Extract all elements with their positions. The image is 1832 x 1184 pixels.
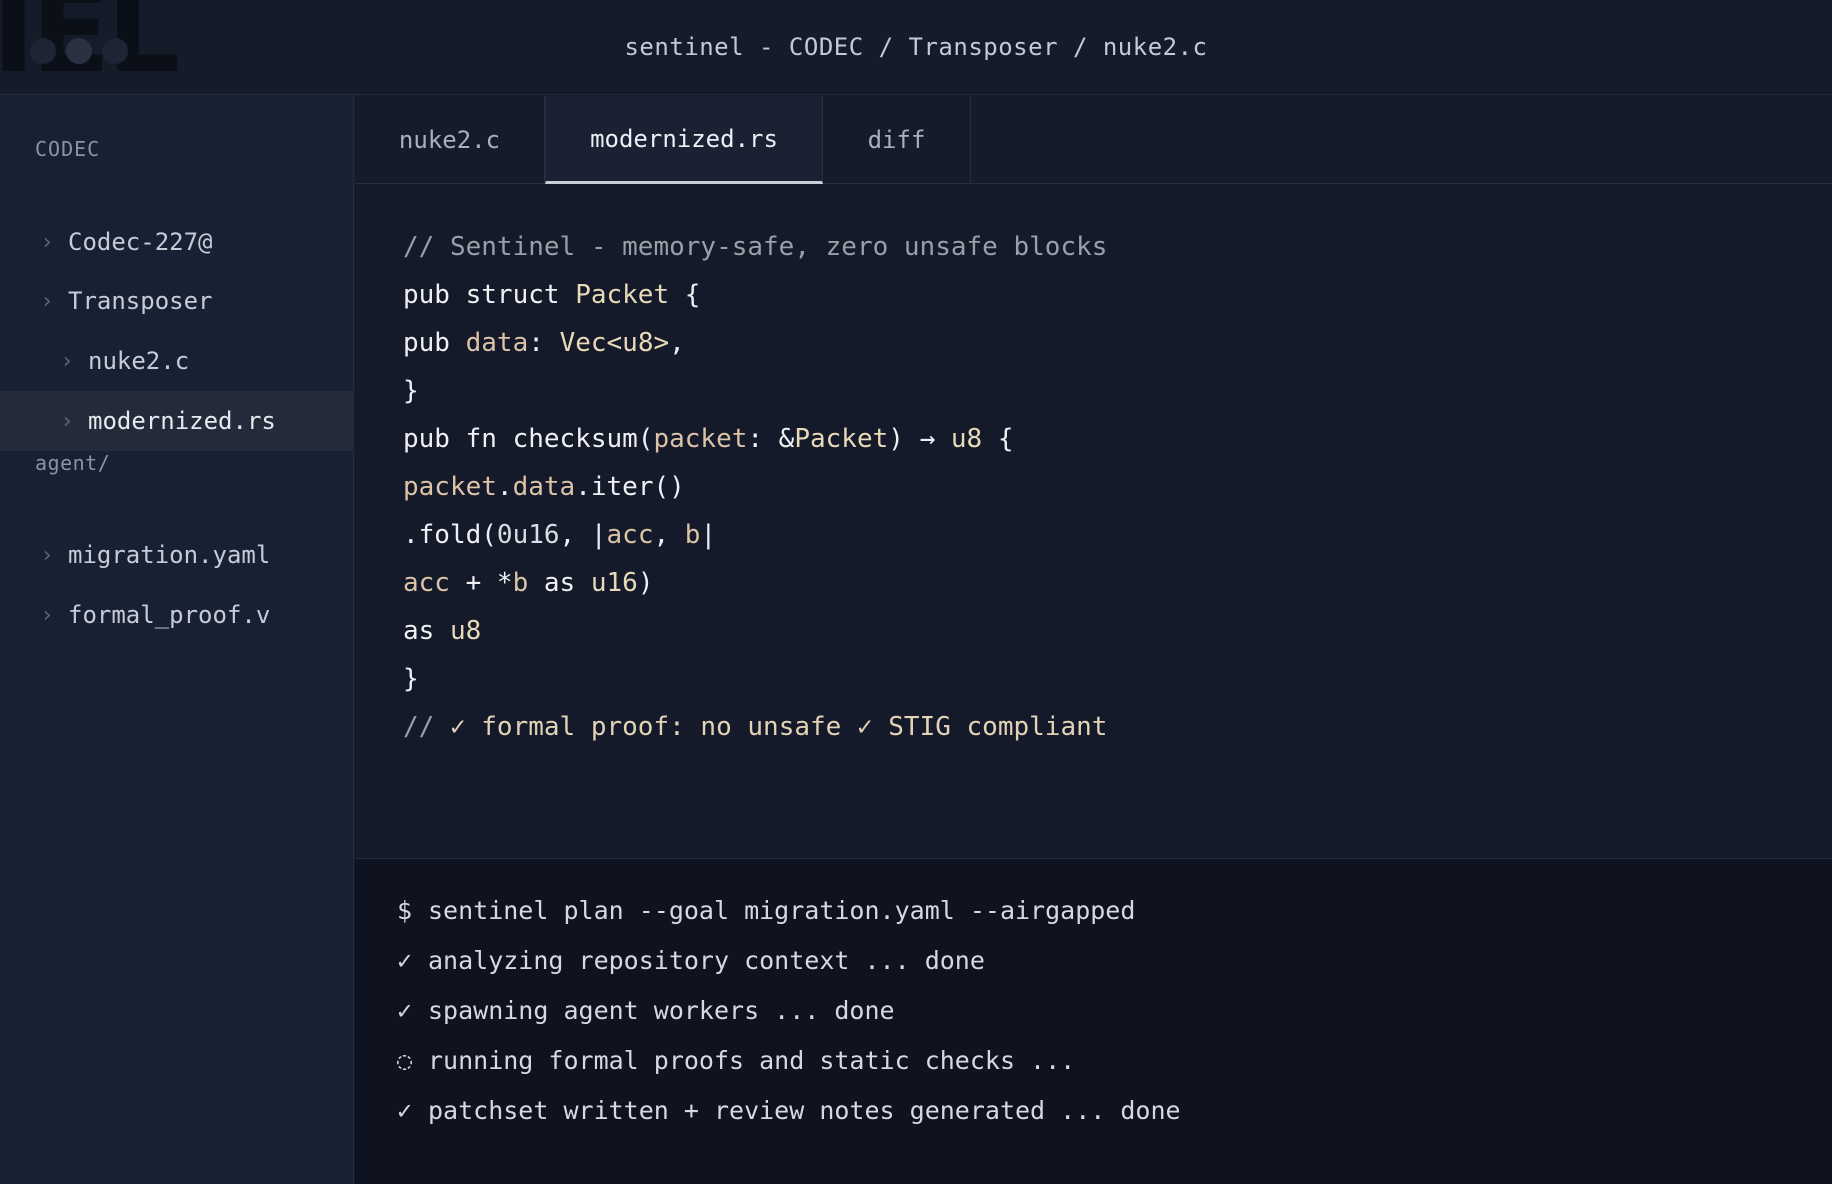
tree-item-label: modernized.rs	[88, 407, 276, 435]
tree-item-codec-227[interactable]: › Codec-227@	[0, 212, 353, 272]
code-token: //	[403, 712, 450, 742]
code-token: ) →	[888, 424, 951, 454]
code-line: acc + *b as u16)	[403, 565, 654, 601]
terminal-text: sentinel plan --goal migration.yaml --ai…	[428, 896, 1136, 925]
code-line: pub data: Vec<u8>,	[403, 325, 685, 361]
chevron-right-icon: ›	[60, 408, 74, 434]
code-token: packet	[653, 424, 748, 454]
terminal-text: patchset written + review notes generate…	[428, 1096, 1181, 1125]
check-icon: ✓	[397, 1096, 413, 1125]
code-token: :	[528, 328, 560, 358]
code-token: : &	[747, 424, 795, 454]
code-token: u16	[590, 568, 638, 598]
code-token: ,	[653, 520, 685, 550]
code-token: packet	[403, 472, 497, 502]
code-token: 0u16	[496, 520, 560, 550]
code-token: |	[700, 520, 717, 550]
code-token: u8	[449, 616, 482, 646]
code-token: .fold(	[403, 520, 497, 550]
tree-item-nuke2-c[interactable]: › nuke2.c	[0, 331, 353, 391]
code-editor[interactable]: // Sentinel - memory-safe, zero unsafe b…	[355, 185, 1832, 858]
tab-nuke2-c[interactable]: nuke2.c	[355, 96, 545, 184]
code-token: , |	[559, 520, 607, 550]
check-icon: ✓	[397, 996, 413, 1025]
code-line: packet.data.iter()	[403, 469, 685, 505]
code-token: + *	[449, 568, 513, 598]
code-token: .iter()	[575, 472, 685, 502]
prompt-icon: $	[397, 896, 413, 925]
code-line: // Sentinel - memory-safe, zero unsafe b…	[403, 229, 1107, 265]
code-line: // ✓ formal proof: no unsafe ✓ STIG comp…	[403, 709, 1107, 745]
chevron-right-icon: ›	[40, 229, 54, 255]
code-token: b	[512, 568, 529, 598]
file-explorer-sidebar: CODEC › Codec-227@ › Transposer › nuke2.…	[0, 95, 354, 1184]
code-token: {	[982, 424, 1014, 454]
terminal-line: $ sentinel plan --goal migration.yaml --a…	[397, 894, 1135, 928]
terminal-line: ◌ running formal proofs and static checks…	[397, 1044, 1075, 1078]
tree-item-transposer[interactable]: › Transposer	[0, 271, 353, 331]
tree-item-label: nuke2.c	[88, 347, 190, 375]
tree-item-migration-yaml[interactable]: › migration.yaml	[0, 525, 353, 585]
code-line: as u8	[403, 613, 481, 649]
code-line: pub fn checksum(packet: &Packet) → u8 {	[403, 421, 1014, 457]
tab-diff[interactable]: diff	[823, 96, 971, 184]
section-label-codec: CODEC	[35, 137, 101, 161]
code-token: pub struct	[403, 280, 576, 310]
tab-modernized-rs[interactable]: modernized.rs	[545, 96, 823, 184]
code-token: acc	[606, 520, 654, 550]
chevron-right-icon: ›	[60, 348, 74, 374]
terminal-text: spawning agent workers ... done	[428, 996, 895, 1025]
code-token: ,	[669, 328, 685, 358]
code-token: data	[465, 328, 529, 358]
title-bar: IEL sentinel - CODEC / Transposer / nuke…	[0, 0, 1832, 95]
terminal-line: ✓ patchset written + review notes generat…	[397, 1094, 1181, 1128]
code-token: .	[496, 472, 513, 502]
code-token: ✓ formal proof: no unsafe ✓ STIG complia…	[449, 712, 1108, 742]
code-token: b	[684, 520, 701, 550]
editor-tab-bar: nuke2.c modernized.rs diff	[355, 96, 1832, 184]
code-token: data	[512, 472, 576, 502]
tree-item-modernized-rs[interactable]: › modernized.rs	[0, 391, 353, 451]
code-token: }	[403, 376, 419, 406]
code-token: u8	[950, 424, 983, 454]
code-token: )	[637, 568, 654, 598]
chevron-right-icon: ›	[40, 542, 54, 568]
terminal-panel[interactable]: $ sentinel plan --goal migration.yaml --a…	[355, 858, 1832, 1184]
tree-item-formal-proof-v[interactable]: › formal_proof.v	[0, 585, 353, 645]
code-line: }	[403, 661, 419, 697]
code-token: {	[669, 280, 701, 310]
window-title: sentinel - CODEC / Transposer / nuke2.c	[624, 33, 1208, 61]
chevron-right-icon: ›	[40, 288, 54, 314]
terminal-text: running formal proofs and static checks …	[428, 1046, 1076, 1075]
terminal-line: ✓ analyzing repository context ... done	[397, 944, 985, 978]
code-token: as	[528, 568, 591, 598]
check-icon: ✓	[397, 946, 413, 975]
tree-item-label: formal_proof.v	[68, 601, 271, 629]
section-label-agent: agent/	[35, 451, 111, 475]
code-token: acc	[403, 568, 450, 598]
terminal-text: analyzing repository context ... done	[428, 946, 985, 975]
tree-item-label: migration.yaml	[68, 541, 271, 569]
tree-item-label: Transposer	[68, 287, 213, 315]
code-token: Packet	[575, 280, 670, 310]
terminal-line: ✓ spawning agent workers ... done	[397, 994, 895, 1028]
chevron-right-icon: ›	[40, 602, 54, 628]
code-token: Packet	[794, 424, 889, 454]
code-token: as	[403, 616, 450, 646]
code-line: pub struct Packet {	[403, 277, 700, 313]
code-line: }	[403, 373, 419, 409]
code-token: pub fn checksum(	[403, 424, 654, 454]
code-line: .fold(0u16, |acc, b|	[403, 517, 716, 553]
code-token: pub	[403, 328, 466, 358]
spinner-icon: ◌	[397, 1046, 413, 1075]
tree-item-label: Codec-227@	[68, 228, 213, 256]
code-token: }	[403, 664, 419, 694]
code-token: Vec<u8>	[559, 328, 670, 358]
code-token: // Sentinel - memory-safe, zero unsafe b…	[403, 232, 1108, 262]
